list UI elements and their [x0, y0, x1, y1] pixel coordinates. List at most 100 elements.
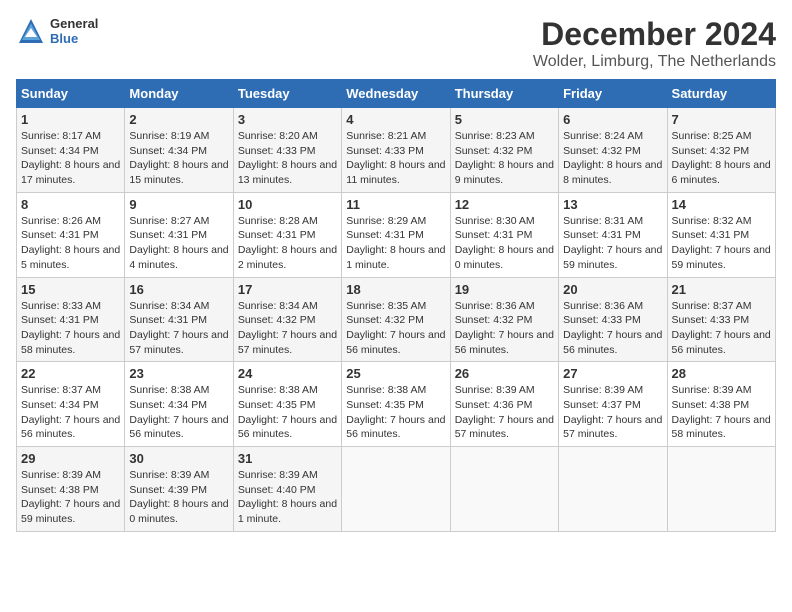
calendar-cell: 2 Sunrise: 8:19 AMSunset: 4:34 PMDaylight…: [125, 108, 233, 193]
day-number: 19: [455, 282, 554, 297]
day-number: 10: [238, 197, 337, 212]
calendar-cell: 15 Sunrise: 8:33 AMSunset: 4:31 PMDayligh…: [17, 277, 125, 362]
day-info: Sunrise: 8:32 AMSunset: 4:31 PMDaylight:…: [672, 214, 771, 273]
day-number: 3: [238, 112, 337, 127]
calendar-cell: 13 Sunrise: 8:31 AMSunset: 4:31 PMDayligh…: [559, 192, 667, 277]
day-number: 21: [672, 282, 771, 297]
day-header-thursday: Thursday: [450, 80, 558, 108]
day-info: Sunrise: 8:38 AMSunset: 4:35 PMDaylight:…: [238, 383, 337, 442]
week-row-5: 29 Sunrise: 8:39 AMSunset: 4:38 PMDayligh…: [17, 447, 776, 532]
week-row-4: 22 Sunrise: 8:37 AMSunset: 4:34 PMDayligh…: [17, 362, 776, 447]
day-number: 9: [129, 197, 228, 212]
day-number: 31: [238, 451, 337, 466]
day-info: Sunrise: 8:25 AMSunset: 4:32 PMDaylight:…: [672, 129, 771, 188]
day-number: 7: [672, 112, 771, 127]
calendar-cell: 1Sunrise: 8:17 AMSunset: 4:34 PMDaylight…: [17, 108, 125, 193]
day-header-tuesday: Tuesday: [233, 80, 341, 108]
day-number: 5: [455, 112, 554, 127]
calendar-cell: 29 Sunrise: 8:39 AMSunset: 4:38 PMDayligh…: [17, 447, 125, 532]
calendar-cell: 9 Sunrise: 8:27 AMSunset: 4:31 PMDaylight…: [125, 192, 233, 277]
calendar-header-row: SundayMondayTuesdayWednesdayThursdayFrid…: [17, 80, 776, 108]
day-info: Sunrise: 8:34 AMSunset: 4:32 PMDaylight:…: [238, 299, 337, 358]
calendar-cell: 8Sunrise: 8:26 AMSunset: 4:31 PMDaylight…: [17, 192, 125, 277]
calendar-cell: 16 Sunrise: 8:34 AMSunset: 4:31 PMDayligh…: [125, 277, 233, 362]
day-info: Sunrise: 8:27 AMSunset: 4:31 PMDaylight:…: [129, 214, 228, 273]
day-number: 26: [455, 366, 554, 381]
day-info: Sunrise: 8:24 AMSunset: 4:32 PMDaylight:…: [563, 129, 662, 188]
calendar-cell: 10 Sunrise: 8:28 AMSunset: 4:31 PMDayligh…: [233, 192, 341, 277]
calendar-cell: 7 Sunrise: 8:25 AMSunset: 4:32 PMDaylight…: [667, 108, 775, 193]
day-number: 2: [129, 112, 228, 127]
location-title: Wolder, Limburg, The Netherlands: [533, 53, 776, 71]
day-header-saturday: Saturday: [667, 80, 775, 108]
day-number: 27: [563, 366, 662, 381]
day-number: 29: [21, 451, 120, 466]
calendar-cell: 24Sunrise: 8:38 AMSunset: 4:35 PMDayligh…: [233, 362, 341, 447]
day-info: Sunrise: 8:39 AMSunset: 4:38 PMDaylight:…: [21, 468, 120, 527]
calendar-cell: 23Sunrise: 8:38 AMSunset: 4:34 PMDayligh…: [125, 362, 233, 447]
day-info: Sunrise: 8:30 AMSunset: 4:31 PMDaylight:…: [455, 214, 554, 273]
day-info: Sunrise: 8:39 AMSunset: 4:38 PMDaylight:…: [672, 383, 771, 442]
calendar-cell: 31 Sunrise: 8:39 AMSunset: 4:40 PMDayligh…: [233, 447, 341, 532]
day-number: 6: [563, 112, 662, 127]
logo: General Blue: [16, 16, 98, 46]
day-info: Sunrise: 8:21 AMSunset: 4:33 PMDaylight:…: [346, 129, 445, 188]
calendar-cell: [559, 447, 667, 532]
day-number: 17: [238, 282, 337, 297]
month-title: December 2024: [533, 16, 776, 53]
calendar-cell: 26 Sunrise: 8:39 AMSunset: 4:36 PMDayligh…: [450, 362, 558, 447]
logo-icon: [16, 16, 46, 46]
calendar-cell: [667, 447, 775, 532]
day-info: Sunrise: 8:37 AMSunset: 4:34 PMDaylight:…: [21, 383, 120, 442]
calendar-cell: 18Sunrise: 8:35 AMSunset: 4:32 PMDayligh…: [342, 277, 450, 362]
calendar-cell: [342, 447, 450, 532]
calendar-cell: 17 Sunrise: 8:34 AMSunset: 4:32 PMDayligh…: [233, 277, 341, 362]
day-info: Sunrise: 8:37 AMSunset: 4:33 PMDaylight:…: [672, 299, 771, 358]
calendar-cell: 28 Sunrise: 8:39 AMSunset: 4:38 PMDayligh…: [667, 362, 775, 447]
day-number: 28: [672, 366, 771, 381]
day-info: Sunrise: 8:36 AMSunset: 4:33 PMDaylight:…: [563, 299, 662, 358]
day-info: Sunrise: 8:39 AMSunset: 4:40 PMDaylight:…: [238, 468, 337, 527]
week-row-2: 8Sunrise: 8:26 AMSunset: 4:31 PMDaylight…: [17, 192, 776, 277]
day-info: Sunrise: 8:36 AMSunset: 4:32 PMDaylight:…: [455, 299, 554, 358]
day-info: Sunrise: 8:19 AMSunset: 4:34 PMDaylight:…: [129, 129, 228, 188]
day-info: Sunrise: 8:17 AMSunset: 4:34 PMDaylight:…: [21, 129, 120, 188]
day-number: 8: [21, 197, 120, 212]
calendar-cell: 14Sunrise: 8:32 AMSunset: 4:31 PMDayligh…: [667, 192, 775, 277]
calendar-table: SundayMondayTuesdayWednesdayThursdayFrid…: [16, 79, 776, 532]
day-info: Sunrise: 8:38 AMSunset: 4:34 PMDaylight:…: [129, 383, 228, 442]
calendar-cell: 5 Sunrise: 8:23 AMSunset: 4:32 PMDaylight…: [450, 108, 558, 193]
day-info: Sunrise: 8:23 AMSunset: 4:32 PMDaylight:…: [455, 129, 554, 188]
day-info: Sunrise: 8:39 AMSunset: 4:39 PMDaylight:…: [129, 468, 228, 527]
calendar-cell: 12 Sunrise: 8:30 AMSunset: 4:31 PMDayligh…: [450, 192, 558, 277]
calendar-cell: 19 Sunrise: 8:36 AMSunset: 4:32 PMDayligh…: [450, 277, 558, 362]
day-number: 13: [563, 197, 662, 212]
day-number: 22: [21, 366, 120, 381]
calendar-cell: 11Sunrise: 8:29 AMSunset: 4:31 PMDayligh…: [342, 192, 450, 277]
day-info: Sunrise: 8:34 AMSunset: 4:31 PMDaylight:…: [129, 299, 228, 358]
calendar-cell: 22 Sunrise: 8:37 AMSunset: 4:34 PMDayligh…: [17, 362, 125, 447]
logo-blue-text: Blue: [50, 31, 98, 46]
week-row-3: 15 Sunrise: 8:33 AMSunset: 4:31 PMDayligh…: [17, 277, 776, 362]
calendar-cell: 21 Sunrise: 8:37 AMSunset: 4:33 PMDayligh…: [667, 277, 775, 362]
day-info: Sunrise: 8:39 AMSunset: 4:37 PMDaylight:…: [563, 383, 662, 442]
day-number: 25: [346, 366, 445, 381]
day-info: Sunrise: 8:28 AMSunset: 4:31 PMDaylight:…: [238, 214, 337, 273]
day-number: 15: [21, 282, 120, 297]
day-info: Sunrise: 8:31 AMSunset: 4:31 PMDaylight:…: [563, 214, 662, 273]
day-number: 30: [129, 451, 228, 466]
calendar-cell: 6 Sunrise: 8:24 AMSunset: 4:32 PMDaylight…: [559, 108, 667, 193]
day-info: Sunrise: 8:33 AMSunset: 4:31 PMDaylight:…: [21, 299, 120, 358]
day-header-monday: Monday: [125, 80, 233, 108]
day-info: Sunrise: 8:39 AMSunset: 4:36 PMDaylight:…: [455, 383, 554, 442]
calendar-cell: 27 Sunrise: 8:39 AMSunset: 4:37 PMDayligh…: [559, 362, 667, 447]
title-area: December 2024 Wolder, Limburg, The Nethe…: [533, 16, 776, 71]
day-number: 12: [455, 197, 554, 212]
calendar-cell: 4Sunrise: 8:21 AMSunset: 4:33 PMDaylight…: [342, 108, 450, 193]
calendar-cell: 30 Sunrise: 8:39 AMSunset: 4:39 PMDayligh…: [125, 447, 233, 532]
calendar-cell: 20 Sunrise: 8:36 AMSunset: 4:33 PMDayligh…: [559, 277, 667, 362]
day-number: 18: [346, 282, 445, 297]
day-header-wednesday: Wednesday: [342, 80, 450, 108]
day-number: 20: [563, 282, 662, 297]
day-number: 16: [129, 282, 228, 297]
